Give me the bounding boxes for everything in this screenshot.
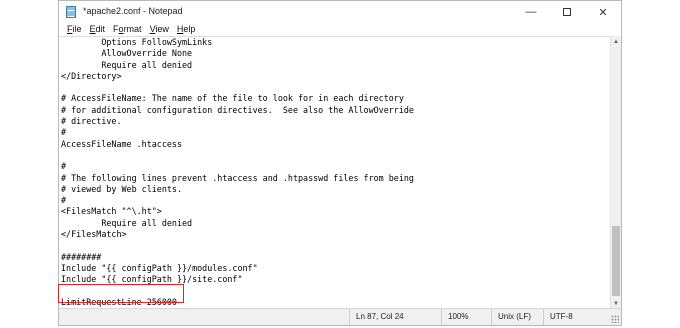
- menu-edit[interactable]: Edit: [86, 23, 110, 36]
- code-line: # The following lines prevent .htaccess …: [61, 172, 414, 183]
- code-line: <FilesMatch "^\.ht">: [61, 206, 162, 217]
- maximize-icon: [563, 8, 571, 16]
- encoding: UTF-8: [543, 309, 611, 325]
- title-bar[interactable]: *apache2.conf - Notepad — ✕: [59, 1, 621, 23]
- zoom-level: 100%: [441, 309, 491, 325]
- code-line: #: [61, 195, 67, 206]
- code-line: </Directory>: [61, 70, 122, 81]
- code-line: # viewed by Web clients.: [61, 183, 183, 194]
- code-line: </FilesMatch>: [61, 229, 127, 240]
- minimize-button[interactable]: —: [513, 1, 549, 23]
- menu-bar: File Edit Format View Help: [59, 23, 621, 36]
- menu-view[interactable]: View: [146, 23, 173, 36]
- code-line: Options FollowSymLinks: [61, 37, 213, 47]
- status-bar: Ln 87, Col 24 100% Unix (LF) UTF-8: [59, 308, 621, 325]
- menu-format[interactable]: Format: [109, 23, 146, 36]
- notepad-icon: [66, 6, 76, 18]
- scroll-thumb[interactable]: [612, 226, 620, 296]
- code-line: Include "{{ configPath }}/modules.conf": [61, 262, 258, 273]
- close-button[interactable]: ✕: [585, 1, 621, 23]
- minimize-icon: —: [525, 6, 537, 18]
- scroll-up-icon[interactable]: ▲: [611, 36, 621, 47]
- menu-help[interactable]: Help: [173, 23, 200, 36]
- code-line: AccessFileName .htaccess: [61, 138, 183, 149]
- window-title: *apache2.conf - Notepad: [83, 6, 183, 16]
- code-line: ########: [61, 251, 102, 262]
- highlight-annotation: [58, 284, 184, 303]
- code-line: Require all denied: [61, 59, 193, 70]
- notepad-window: *apache2.conf - Notepad — ✕ File Edit Fo…: [58, 0, 622, 326]
- code-line: # directive.: [61, 116, 122, 127]
- vertical-scrollbar[interactable]: ▲ ▼: [610, 36, 621, 309]
- code-line: AllowOverride None: [61, 48, 193, 59]
- line-endings: Unix (LF): [491, 309, 543, 325]
- code-line: # for additional configuration directive…: [61, 104, 414, 115]
- maximize-button[interactable]: [549, 1, 585, 23]
- code-line: #: [61, 127, 67, 138]
- code-line: # AccessFileName: The name of the file t…: [61, 93, 404, 104]
- text-editor[interactable]: Options FollowSymLinks AllowOverride Non…: [59, 36, 611, 309]
- close-icon: ✕: [598, 6, 608, 19]
- cursor-position: Ln 87, Col 24: [349, 309, 441, 325]
- code-line: #: [61, 161, 67, 172]
- editor-content: Options FollowSymLinks AllowOverride Non…: [59, 37, 611, 308]
- menu-file[interactable]: File: [63, 23, 86, 36]
- code-line: Require all denied: [61, 217, 193, 228]
- resize-grip-icon[interactable]: [611, 315, 619, 323]
